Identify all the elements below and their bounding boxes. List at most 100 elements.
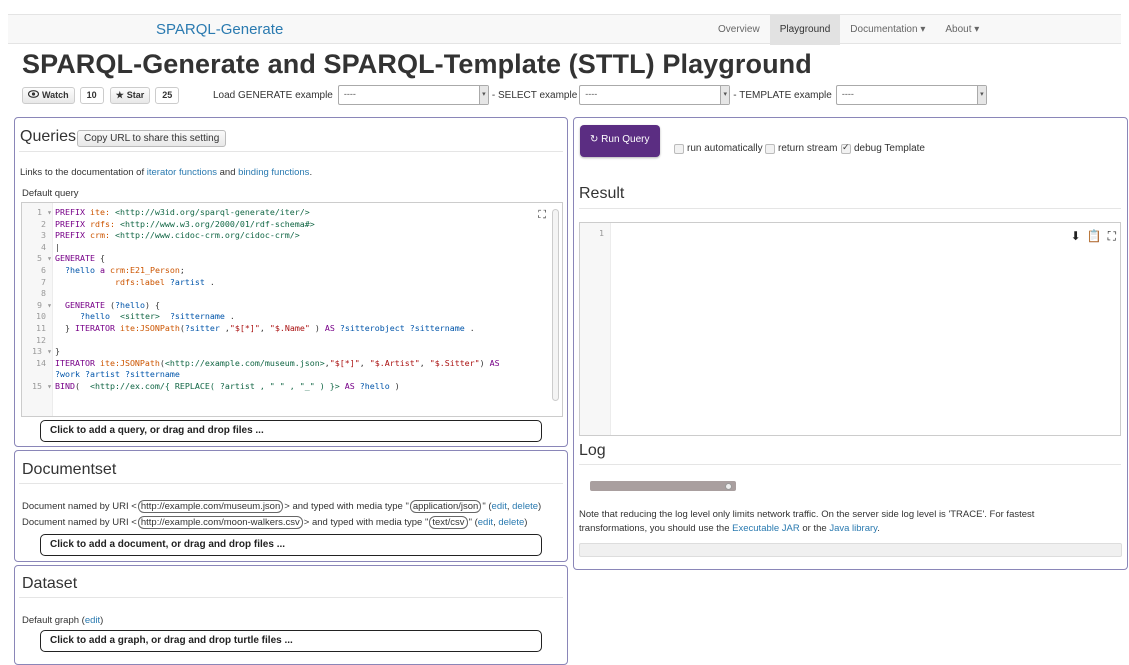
line-number: 13 ▾ xyxy=(32,346,52,357)
divider xyxy=(19,483,563,484)
queries-title: Queries xyxy=(20,128,77,145)
star-icon: ★ xyxy=(115,90,124,100)
watch-button[interactable]: Watch xyxy=(22,87,75,104)
document-uri: http://example.com/moon-walkers.csv xyxy=(137,516,303,529)
select-example-value: ---- xyxy=(585,89,598,99)
nav-overview[interactable]: Overview xyxy=(708,15,770,45)
log-note-text: Note that reducing the log level only li… xyxy=(579,509,1035,520)
slider-handle[interactable] xyxy=(725,483,732,490)
nav-documentation[interactable]: Documentation ▾ xyxy=(840,15,935,45)
debug-template-option[interactable]: debug Template xyxy=(841,142,925,154)
page-title: SPARQL-Generate and SPARQL-Template (STT… xyxy=(22,49,812,79)
log-note-text: transformations, you should use the xyxy=(579,523,733,534)
line-number: 15 ▾ xyxy=(32,381,52,391)
code-text: PREFIX crm: <http://www.cidoc-crm.org/ci… xyxy=(55,230,300,241)
brand-link[interactable]: SPARQL-Generate xyxy=(156,21,283,38)
document-media-type: text/csv xyxy=(429,516,468,529)
nav-menu: Overview Playground Documentation ▾ Abou… xyxy=(708,15,989,45)
code-text: } xyxy=(55,346,60,357)
template-example-value: ---- xyxy=(841,89,854,99)
log-note-text: . xyxy=(877,523,880,534)
debug-template-label: debug Template xyxy=(854,143,925,154)
default-graph-label: ) xyxy=(100,615,104,626)
log-output xyxy=(579,543,1122,557)
add-graph-dropzone[interactable]: Click to add a graph, or drag and drop t… xyxy=(40,630,542,652)
query-editor[interactable]: 1 ▾ PREFIX ite: <http://w3id.org/sparql-g… xyxy=(21,202,563,417)
fullscreen-icon[interactable]: ⛶ xyxy=(538,208,546,222)
log-title: Log xyxy=(579,442,606,459)
watch-label: Watch xyxy=(42,90,69,100)
log-note: Note that reducing the log level only li… xyxy=(579,508,1119,536)
iterator-functions-link[interactable]: iterator functions xyxy=(147,167,217,178)
documentation-links: Links to the documentation of iterator f… xyxy=(20,167,312,178)
nav-about[interactable]: About ▾ xyxy=(935,15,989,45)
generate-example-select[interactable]: ---- ▾ xyxy=(337,85,489,105)
log-note-text: or the xyxy=(799,523,830,534)
code-text: GENERATE { xyxy=(55,253,105,264)
line-number: 10 xyxy=(36,311,46,322)
links-text: and xyxy=(216,167,239,178)
document-media-type: application/json xyxy=(409,500,482,513)
download-icon[interactable]: ⬇ xyxy=(1071,229,1081,244)
return-stream-option[interactable]: return stream xyxy=(765,143,837,154)
run-automatically-label: run automatically xyxy=(687,143,763,154)
run-query-button[interactable]: ↻ Run Query xyxy=(580,125,660,157)
star-count[interactable]: 25 xyxy=(155,87,180,104)
run-automatically-option[interactable]: run automatically xyxy=(674,143,763,154)
result-title: Result xyxy=(579,185,625,202)
edit-document-link[interactable]: edit xyxy=(478,517,493,528)
code-text: PREFIX ite: <http://w3id.org/sparql-gene… xyxy=(55,207,310,217)
code-text: ITERATOR ite:JSONPath(<http://example.co… xyxy=(55,357,500,368)
return-stream-checkbox[interactable] xyxy=(765,143,775,154)
delete-document-link[interactable]: delete xyxy=(512,501,538,512)
select-example-label: - SELECT example xyxy=(491,89,578,101)
documentset-title: Documentset xyxy=(22,461,117,478)
line-number: 4 xyxy=(41,241,46,252)
debug-template-checkbox[interactable] xyxy=(841,142,851,154)
document-uri: http://example.com/museum.json xyxy=(137,500,284,513)
java-library-link[interactable]: Java library xyxy=(829,523,877,534)
binding-functions-link[interactable]: binding functions xyxy=(238,167,309,178)
code-text: PREFIX rdfs: <http://www.w3.org/2000/01/… xyxy=(55,218,315,229)
doc-text: ) xyxy=(538,501,542,512)
add-document-dropzone[interactable]: Click to add a document, or drag and dro… xyxy=(40,534,542,556)
code-text: rdfs:label ?artist . xyxy=(114,276,215,287)
document-row: Document named by URI < http://example.c… xyxy=(22,500,541,513)
fullscreen-icon[interactable]: ⛶ xyxy=(1108,229,1116,244)
dataset-title: Dataset xyxy=(22,575,78,592)
template-example-select[interactable]: ---- ▾ xyxy=(835,85,987,105)
divider xyxy=(579,464,1121,465)
add-query-dropzone[interactable]: Click to add a query, or drag and drop f… xyxy=(40,420,542,442)
star-label: Star xyxy=(126,90,145,100)
copy-url-button[interactable]: Copy URL to share this setting xyxy=(77,130,227,147)
run-automatically-checkbox[interactable] xyxy=(674,143,684,154)
delete-document-link[interactable]: delete xyxy=(498,517,524,528)
line-number: 5 ▾ xyxy=(37,253,52,264)
doc-text: ) xyxy=(524,517,528,528)
line-number: 1 ▾ xyxy=(37,207,52,217)
eye-icon xyxy=(27,88,40,103)
log-level-slider[interactable] xyxy=(590,481,736,491)
edit-graph-link[interactable]: edit xyxy=(85,615,100,626)
code-text: | xyxy=(55,241,60,252)
code-text: BIND( <http://ex.com/{ REPLACE( ?artist … xyxy=(55,381,400,391)
edit-document-link[interactable]: edit xyxy=(492,501,507,512)
copy-icon[interactable]: 📋 xyxy=(1087,229,1102,244)
divider xyxy=(579,208,1121,209)
default-graph-row: Default graph (edit) xyxy=(22,615,103,626)
result-editor[interactable]: 1 ⬇ 📋 ⛶ xyxy=(579,222,1121,436)
select-example-select[interactable]: ---- ▾ xyxy=(579,85,731,105)
code-text: GENERATE (?hello) { xyxy=(65,299,160,310)
nav-playground[interactable]: Playground xyxy=(769,15,841,45)
code-text: ?hello <sitter> ?sittername . xyxy=(79,311,235,322)
star-button[interactable]: ★ Star xyxy=(109,87,151,104)
doc-text: Document named by URI < xyxy=(22,517,137,528)
chevron-down-icon: ▾ xyxy=(720,86,730,104)
result-tools: ⬇ 📋 ⛶ xyxy=(1071,229,1116,244)
line-number: 2 xyxy=(41,218,46,229)
watch-count[interactable]: 10 xyxy=(79,87,104,104)
executable-jar-link[interactable]: Executable JAR xyxy=(732,523,800,534)
line-number: 12 xyxy=(36,334,46,345)
result-line-number: 1 xyxy=(599,228,604,238)
editor-scrollbar[interactable] xyxy=(552,209,559,401)
